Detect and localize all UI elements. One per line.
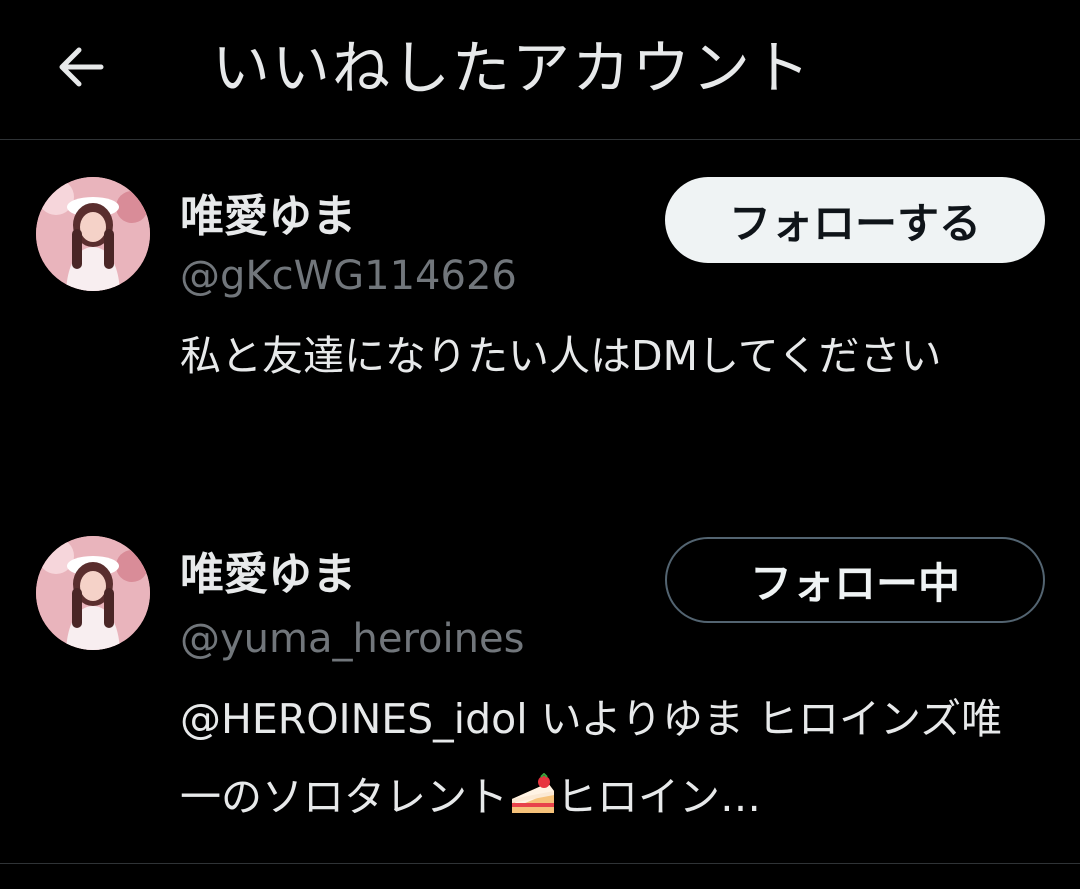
bio-text-continued: ヒロイン… — [556, 773, 761, 821]
user-handle[interactable]: @gKcWG114626 — [180, 250, 517, 302]
user-bio: 私と友達になりたい人はDMしてください — [180, 332, 942, 380]
avatar-image — [36, 177, 150, 291]
user-bio: @HEROINES_idol いよりゆま ヒロインズ唯一のソロタレント ヒロイン… — [180, 680, 1020, 836]
avatar-image — [36, 536, 150, 650]
cake-icon — [512, 773, 554, 813]
avatar[interactable] — [36, 177, 150, 291]
user-display-name[interactable]: 唯愛ゆま — [180, 189, 356, 245]
user-list-item[interactable]: 唯愛ゆま @gKcWG114626 フォローする 私と友達になりたい人はDMして… — [0, 141, 1080, 497]
avatar[interactable] — [36, 536, 150, 650]
following-button[interactable]: フォロー中 — [665, 537, 1045, 623]
user-handle[interactable]: @yuma_heroines — [180, 613, 524, 665]
back-button[interactable] — [50, 36, 112, 98]
top-app-bar: いいねしたアカウント — [0, 0, 1080, 140]
arrow-left-icon — [59, 47, 104, 87]
user-list-item[interactable]: 唯愛ゆま @yuma_heroines フォロー中 @HEROINES_idol… — [0, 500, 1080, 864]
follow-button[interactable]: フォローする — [665, 177, 1045, 263]
page-title: いいねしたアカウント — [212, 34, 813, 102]
user-display-name[interactable]: 唯愛ゆま — [180, 547, 356, 603]
